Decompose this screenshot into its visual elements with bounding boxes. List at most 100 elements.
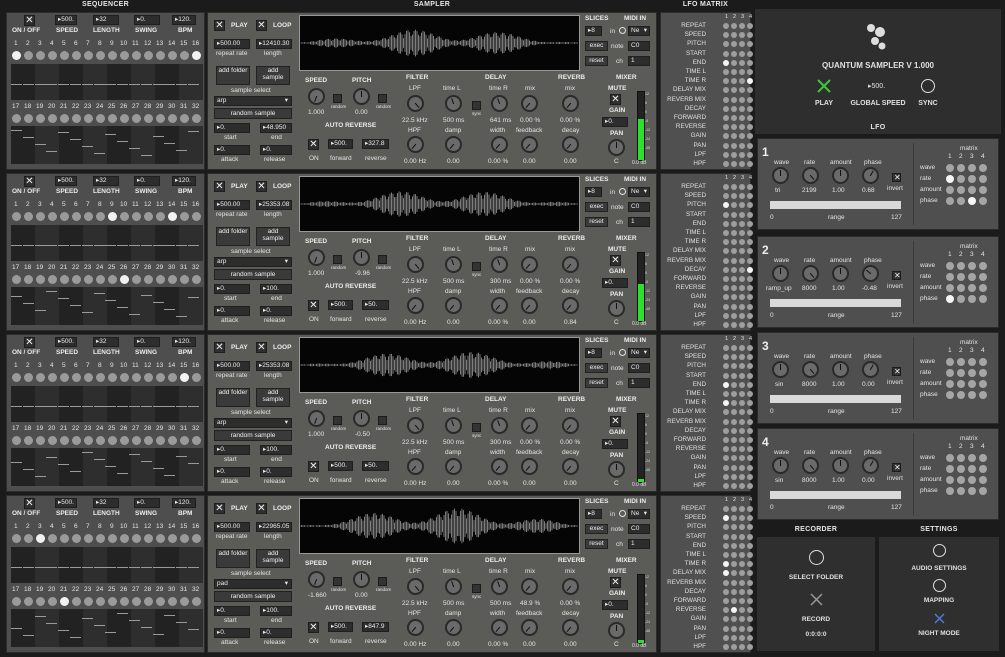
speed-knob[interactable] — [305, 246, 328, 269]
sample-length-box[interactable]: ▸25353.08 — [256, 361, 292, 371]
matrix-cell[interactable] — [739, 524, 745, 531]
matrix-cell[interactable] — [747, 381, 753, 388]
step-button[interactable] — [132, 212, 141, 221]
step-button[interactable] — [120, 114, 129, 123]
matrix-cell[interactable] — [739, 87, 745, 94]
step-button[interactable] — [120, 436, 129, 445]
matrix-cell[interactable] — [731, 598, 737, 604]
matrix-cell[interactable] — [731, 59, 737, 66]
matrix-cell[interactable] — [739, 115, 745, 121]
matrix-cell[interactable] — [731, 354, 737, 361]
reset-button[interactable]: reset — [585, 217, 608, 227]
step-button[interactable] — [144, 275, 153, 284]
midi-in-toggle[interactable] — [619, 510, 626, 517]
matrix-cell[interactable] — [731, 515, 737, 522]
matrix-cell[interactable] — [739, 427, 745, 434]
seq-speed-box[interactable]: ▸500. — [55, 337, 77, 347]
seq-swing-box[interactable]: ▸0. — [134, 498, 160, 508]
matrix-cell[interactable] — [723, 294, 729, 301]
matrix-cell[interactable] — [731, 363, 737, 370]
matrix-cell[interactable] — [747, 634, 753, 641]
pitch-knob[interactable] — [353, 249, 370, 266]
matrix-cell[interactable] — [747, 418, 753, 425]
matrix-cell[interactable] — [739, 409, 745, 416]
matrix-cell[interactable] — [739, 312, 745, 319]
matrix-cell[interactable] — [723, 515, 729, 522]
lfo-matrix-cell[interactable] — [957, 391, 965, 399]
step-button[interactable] — [108, 51, 117, 60]
step-button[interactable] — [156, 597, 165, 606]
matrix-cell[interactable] — [731, 455, 737, 462]
step-button[interactable] — [24, 597, 33, 606]
step-button[interactable] — [12, 114, 21, 123]
matrix-cell[interactable] — [747, 220, 753, 227]
step-button[interactable] — [168, 212, 177, 221]
waveform-display[interactable] — [299, 176, 580, 232]
matrix-cell[interactable] — [739, 133, 745, 140]
lfo-rate-knob[interactable] — [798, 357, 823, 382]
step-button[interactable] — [168, 373, 177, 382]
step-button[interactable] — [144, 436, 153, 445]
matrix-cell[interactable] — [747, 211, 753, 218]
end-box[interactable]: ▸100. — [260, 606, 292, 616]
step-button[interactable] — [96, 275, 105, 284]
matrix-cell[interactable] — [731, 294, 737, 301]
step-button[interactable] — [24, 212, 33, 221]
damp-knob[interactable] — [441, 615, 466, 640]
random-sample-button[interactable]: random sample — [214, 108, 292, 119]
matrix-cell[interactable] — [747, 644, 753, 650]
step-button[interactable] — [144, 51, 153, 60]
lfo-amount-knob[interactable] — [832, 167, 849, 184]
matrix-cell[interactable] — [731, 257, 737, 264]
matrix-cell[interactable] — [731, 473, 737, 480]
width-knob[interactable] — [487, 454, 512, 479]
matrix-cell[interactable] — [747, 151, 753, 158]
lfo-wave-knob[interactable] — [772, 265, 789, 282]
lfo-invert-toggle[interactable]: ✕ — [892, 463, 901, 472]
random-sample-button[interactable]: random sample — [214, 269, 292, 280]
step-button[interactable] — [108, 275, 117, 284]
matrix-cell[interactable] — [747, 579, 753, 586]
mute-toggle[interactable]: ✕ — [610, 416, 621, 427]
step-button[interactable] — [180, 275, 189, 284]
lfo-matrix-cell[interactable] — [946, 273, 954, 281]
auto-reverse-reverse-box[interactable]: ▸327.8 — [362, 139, 389, 149]
step-button[interactable] — [192, 51, 201, 60]
channel-box[interactable]: 1 — [628, 217, 650, 227]
matrix-cell[interactable] — [723, 248, 729, 255]
matrix-cell[interactable] — [739, 418, 745, 425]
matrix-cell[interactable] — [731, 220, 737, 227]
matrix-cell[interactable] — [731, 303, 737, 310]
step-button[interactable] — [96, 534, 105, 543]
matrix-cell[interactable] — [747, 142, 753, 149]
time-l-knob[interactable] — [442, 253, 465, 276]
step-button[interactable] — [60, 597, 69, 606]
matrix-cell[interactable] — [739, 354, 745, 361]
lpf-knob[interactable] — [403, 574, 428, 599]
lfo-matrix-cell[interactable] — [968, 197, 976, 205]
matrix-cell[interactable] — [731, 133, 737, 140]
matrix-cell[interactable] — [747, 625, 753, 632]
step-button[interactable] — [24, 373, 33, 382]
midi-in-toggle[interactable] — [619, 27, 626, 34]
matrix-cell[interactable] — [747, 446, 753, 453]
play-toggle[interactable]: ✕ — [214, 181, 225, 192]
time-l-knob[interactable] — [442, 575, 465, 598]
step-button[interactable] — [72, 373, 81, 382]
matrix-cell[interactable] — [723, 418, 729, 425]
lfo-matrix-cell[interactable] — [957, 273, 965, 281]
step-button[interactable] — [108, 212, 117, 221]
step-button[interactable] — [48, 275, 57, 284]
matrix-cell[interactable] — [723, 105, 729, 112]
matrix-cell[interactable] — [747, 542, 753, 549]
step-button[interactable] — [24, 436, 33, 445]
matrix-cell[interactable] — [723, 607, 729, 614]
pitch-knob[interactable] — [353, 88, 370, 105]
channel-box[interactable]: 1 — [628, 378, 650, 388]
add-folder-button[interactable]: add folder — [216, 227, 250, 246]
matrix-cell[interactable] — [731, 464, 737, 471]
matrix-cell[interactable] — [747, 570, 753, 577]
step-button[interactable] — [12, 597, 21, 606]
matrix-cell[interactable] — [731, 372, 737, 379]
matrix-cell[interactable] — [731, 483, 737, 489]
